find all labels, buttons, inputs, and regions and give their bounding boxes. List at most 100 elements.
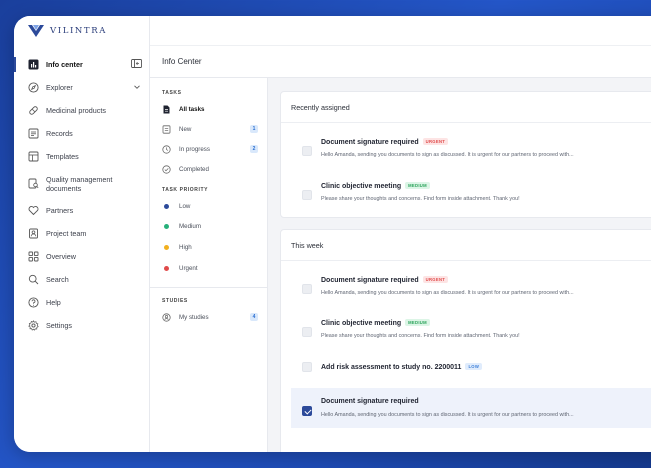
filter-label: In progress bbox=[179, 145, 210, 153]
filter-priority-urgent[interactable]: Urgent bbox=[150, 258, 267, 279]
sidebar-item-templates[interactable]: Templates bbox=[14, 145, 150, 168]
task-title: Add risk assessment to study no. 2200011… bbox=[321, 363, 483, 371]
divider bbox=[281, 260, 651, 261]
task-title-text: Document signature required bbox=[321, 139, 419, 146]
filter-label: Urgent bbox=[179, 265, 198, 272]
priority-badge: MEDIUM bbox=[405, 182, 430, 189]
priority-dot bbox=[164, 203, 169, 209]
sidebar-item-label: Explorer bbox=[46, 83, 73, 92]
task-checkbox[interactable] bbox=[302, 362, 312, 372]
task-checkbox[interactable] bbox=[302, 146, 312, 156]
page-title: Info Center bbox=[162, 57, 202, 66]
sidebar-item-partners[interactable]: Partners bbox=[14, 199, 150, 222]
app-window: VILINTRA Info center Explorer Medicinal … bbox=[14, 16, 651, 452]
logo: VILINTRA bbox=[28, 25, 107, 37]
sidebar: VILINTRA Info center Explorer Medicinal … bbox=[14, 16, 150, 452]
priority-dot bbox=[164, 224, 169, 229]
sidebar-item-medicinal-products[interactable]: Medicinal products bbox=[14, 99, 150, 122]
sidebar-item-label: Records bbox=[46, 129, 73, 138]
filter-label: Low bbox=[179, 202, 191, 210]
sidebar-item-label: Medicinal products bbox=[46, 106, 106, 115]
sidebar-item-label: Quality management documents bbox=[46, 174, 113, 193]
studies-section-title: STUDIES bbox=[162, 298, 188, 304]
collapse-sidebar-icon[interactable] bbox=[131, 59, 142, 68]
document-search-icon bbox=[28, 178, 39, 189]
task-checkbox[interactable] bbox=[302, 406, 312, 416]
filter-label: Medium bbox=[179, 223, 202, 230]
search-icon bbox=[28, 274, 39, 285]
filter-panel: TASKS All tasks New 1 In progress 2 Comp… bbox=[150, 78, 268, 452]
filter-priority-high[interactable]: High bbox=[150, 237, 267, 258]
task-title-text: Document signature required bbox=[321, 277, 419, 284]
task-checkbox[interactable] bbox=[302, 327, 312, 337]
sidebar-item-overview[interactable]: Overview bbox=[14, 245, 150, 268]
card-title: Recently assigned bbox=[291, 103, 350, 112]
divider bbox=[150, 287, 267, 288]
filter-label: Completed bbox=[179, 165, 209, 173]
sidebar-item-info-center[interactable]: Info center bbox=[14, 53, 150, 76]
team-icon bbox=[28, 228, 39, 239]
compass-icon bbox=[28, 82, 39, 93]
filter-my-studies[interactable]: My studies 4 bbox=[150, 307, 267, 327]
filter-label: New bbox=[179, 125, 192, 133]
logo-mark-icon bbox=[28, 25, 44, 37]
sidebar-item-settings[interactable]: Settings bbox=[14, 314, 150, 337]
task-checkbox[interactable] bbox=[302, 190, 312, 200]
card-title: This week bbox=[291, 241, 324, 250]
count-badge: 1 bbox=[250, 125, 258, 133]
main-content: Recently assigned Document signature req… bbox=[268, 78, 651, 452]
sidebar-item-label: Help bbox=[46, 298, 61, 307]
sidebar-item-search[interactable]: Search bbox=[14, 268, 150, 291]
check-circle-icon bbox=[162, 164, 171, 174]
sidebar-item-quality-management[interactable]: Quality management documents bbox=[14, 168, 150, 199]
top-bar bbox=[150, 16, 651, 46]
gear-icon bbox=[28, 320, 39, 331]
priority-badge: MEDIUM bbox=[405, 319, 430, 326]
chart-icon bbox=[28, 59, 39, 70]
selected-row-highlight bbox=[291, 388, 651, 428]
count-badge: 2 bbox=[250, 145, 258, 153]
filter-priority-low[interactable]: Low bbox=[150, 196, 267, 216]
task-title: Document signature required URGENT bbox=[321, 138, 449, 146]
task-checkbox[interactable] bbox=[302, 284, 312, 294]
task-description: Hello Amanda, sending you documents to s… bbox=[321, 412, 574, 418]
filter-new[interactable]: New 1 bbox=[150, 119, 267, 139]
file-new-icon bbox=[162, 124, 171, 134]
priority-dot bbox=[164, 266, 169, 271]
sidebar-item-label: Project team bbox=[46, 229, 87, 238]
priority-section-title: TASK PRIORITY bbox=[162, 187, 209, 193]
sidebar-item-explorer[interactable]: Explorer bbox=[14, 76, 150, 99]
filter-in-progress[interactable]: In progress 2 bbox=[150, 139, 267, 159]
task-description: Please share your thoughts and concerns.… bbox=[321, 333, 520, 339]
sidebar-item-label: Info center bbox=[46, 60, 83, 69]
task-description: Hello Amanda, sending you documents to s… bbox=[321, 152, 574, 158]
filter-label: High bbox=[179, 244, 192, 251]
sidebar-item-label: Templates bbox=[46, 152, 79, 161]
templates-icon bbox=[28, 151, 39, 162]
priority-dot bbox=[164, 245, 169, 250]
filter-all-tasks[interactable]: All tasks bbox=[150, 99, 267, 119]
task-title: Document signature required bbox=[321, 398, 419, 405]
task-title-text: Add risk assessment to study no. 2200011 bbox=[321, 364, 462, 371]
task-description: Please share your thoughts and concerns.… bbox=[321, 196, 520, 202]
task-title: Clinic objective meeting MEDIUM bbox=[321, 319, 430, 327]
sidebar-nav: Info center Explorer Medicinal products bbox=[14, 53, 150, 337]
grid-icon bbox=[28, 251, 39, 262]
sidebar-item-label: Partners bbox=[46, 206, 74, 215]
sidebar-item-project-team[interactable]: Project team bbox=[14, 222, 150, 245]
count-badge: 4 bbox=[250, 313, 258, 321]
user-icon bbox=[162, 312, 171, 322]
filter-completed[interactable]: Completed bbox=[150, 159, 267, 179]
sidebar-item-records[interactable]: Records bbox=[14, 122, 150, 145]
filter-label: My studies bbox=[179, 313, 209, 321]
task-title-text: Document signature required bbox=[321, 398, 419, 405]
help-icon bbox=[28, 297, 39, 308]
chevron-down-icon[interactable] bbox=[133, 83, 141, 91]
task-title-text: Clinic objective meeting bbox=[321, 183, 402, 190]
document-icon bbox=[162, 105, 171, 114]
filter-priority-medium[interactable]: Medium bbox=[150, 216, 267, 237]
task-title: Clinic objective meeting MEDIUM bbox=[321, 182, 430, 190]
records-icon bbox=[28, 128, 39, 139]
brand-name: VILINTRA bbox=[50, 26, 107, 36]
sidebar-item-help[interactable]: Help bbox=[14, 291, 150, 314]
